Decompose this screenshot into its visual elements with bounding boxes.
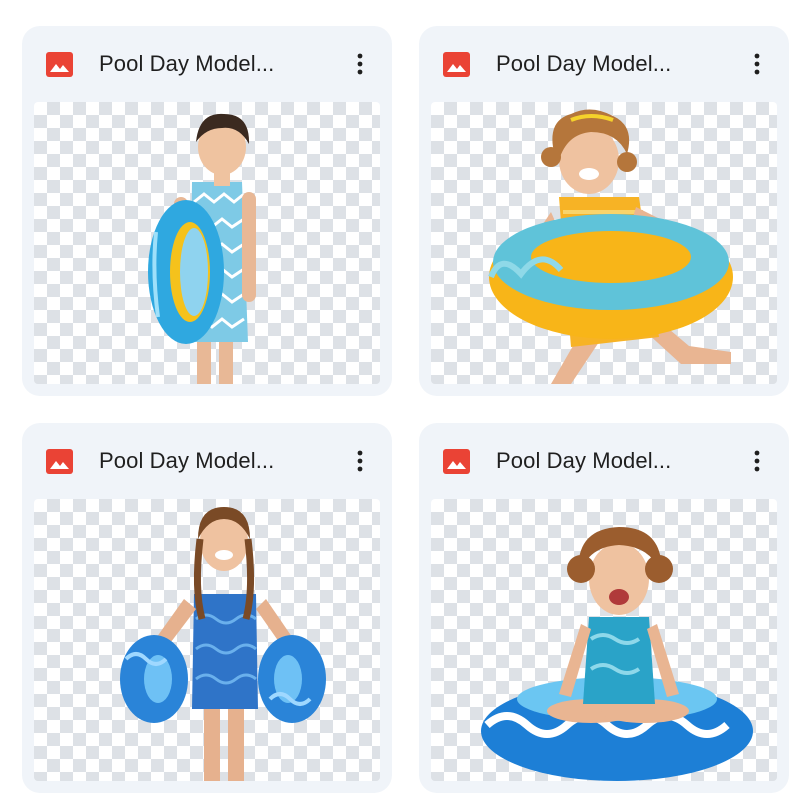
more-vert-icon[interactable]: [348, 445, 372, 477]
image-file-icon: [443, 449, 470, 474]
file-card[interactable]: Pool Day Model...: [419, 423, 789, 793]
file-card-header: Pool Day Model...: [419, 26, 789, 102]
file-title: Pool Day Model...: [99, 448, 275, 473]
more-vert-icon[interactable]: [348, 48, 372, 80]
more-vert-icon[interactable]: [745, 48, 769, 80]
image-file-icon: [46, 52, 73, 77]
file-card[interactable]: Pool Day Model...: [22, 423, 392, 793]
image-file-icon: [46, 449, 73, 474]
image-file-icon: [443, 52, 470, 77]
file-card-header: Pool Day Model...: [419, 423, 789, 499]
file-thumbnail[interactable]: [431, 499, 777, 781]
file-title: Pool Day Model...: [496, 448, 672, 473]
child-with-yellow-float-image: [488, 109, 733, 384]
file-card-header: Pool Day Model...: [22, 423, 392, 499]
child-with-two-floats-image: [120, 507, 326, 781]
file-title: Pool Day Model...: [99, 51, 275, 76]
file-title: Pool Day Model...: [496, 51, 672, 76]
file-card[interactable]: Pool Day Model...: [22, 26, 392, 396]
file-thumbnail[interactable]: [34, 499, 380, 781]
more-vert-icon[interactable]: [745, 445, 769, 477]
file-thumbnail[interactable]: [34, 102, 380, 384]
file-card-header: Pool Day Model...: [22, 26, 392, 102]
child-sitting-in-float-image: [481, 527, 753, 781]
child-with-blue-float-image: [148, 113, 256, 384]
file-card[interactable]: Pool Day Model...: [419, 26, 789, 396]
file-thumbnail[interactable]: [431, 102, 777, 384]
